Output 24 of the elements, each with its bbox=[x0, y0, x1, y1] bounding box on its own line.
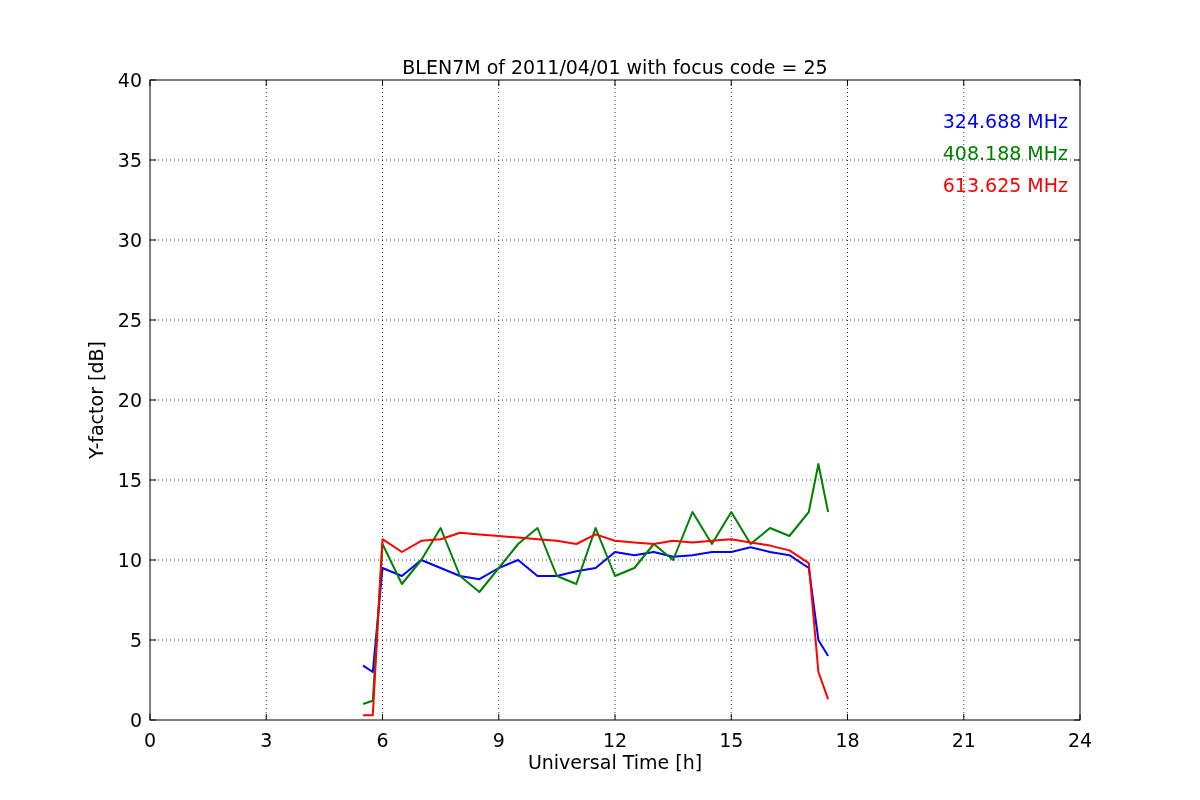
x-tick-label: 18 bbox=[835, 729, 860, 751]
y-tick-label: 15 bbox=[117, 469, 142, 491]
x-tick-label: 15 bbox=[719, 729, 744, 751]
legend-label: 408.188 MHz bbox=[942, 142, 1068, 164]
y-tick-label: 30 bbox=[117, 229, 142, 251]
x-tick-label: 6 bbox=[376, 729, 389, 751]
x-tick-label: 21 bbox=[951, 729, 976, 751]
y-tick-label: 10 bbox=[117, 549, 142, 571]
x-axis-label: Universal Time [h] bbox=[527, 751, 703, 773]
y-tick-label: 25 bbox=[117, 309, 142, 331]
chart-title: BLEN7M of 2011/04/01 with focus code = 25 bbox=[402, 56, 828, 78]
y-tick-label: 0 bbox=[129, 709, 142, 731]
y-tick-label: 35 bbox=[117, 149, 142, 171]
x-tick-label: 12 bbox=[602, 729, 628, 751]
x-tick-label: 9 bbox=[492, 729, 505, 751]
y-axis-label: Y-factor [dB] bbox=[85, 341, 107, 459]
legend-label: 324.688 MHz bbox=[942, 110, 1068, 132]
legend-label: 613.625 MHz bbox=[942, 174, 1068, 196]
x-tick-label: 3 bbox=[260, 729, 273, 751]
y-tick-label: 20 bbox=[117, 389, 142, 411]
x-tick-label: 0 bbox=[143, 729, 157, 751]
x-tick-label: 24 bbox=[1067, 729, 1093, 751]
y-tick-label: 5 bbox=[129, 629, 142, 651]
y-tick-label: 40 bbox=[117, 69, 142, 91]
